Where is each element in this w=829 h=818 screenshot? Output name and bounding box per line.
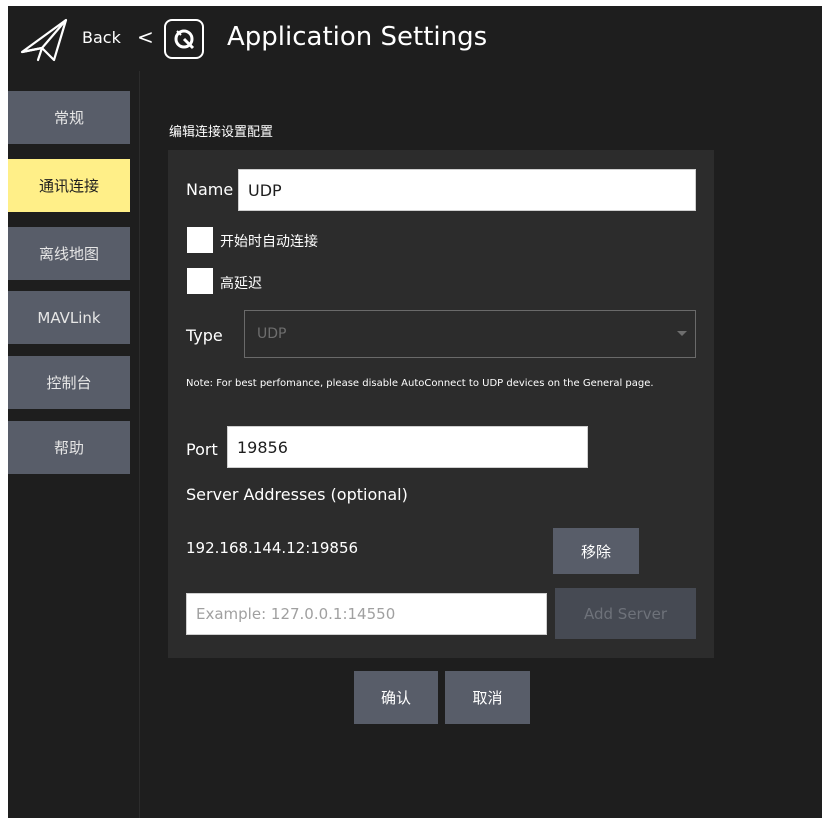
link-settings-panel <box>168 150 714 658</box>
cancel-button[interactable]: 取消 <box>445 671 530 724</box>
page-title: Application Settings <box>227 22 488 52</box>
sidebar-divider <box>139 71 140 818</box>
type-select-value: UDP <box>257 326 287 342</box>
qgc-logo-icon <box>164 19 204 59</box>
sidebar-item-help[interactable]: 帮助 <box>8 421 130 474</box>
port-field[interactable]: 19856 <box>227 426 588 468</box>
auto-connect-label: 开始时自动连接 <box>220 234 318 250</box>
back-button[interactable]: Back <box>82 28 121 47</box>
name-label: Name <box>186 180 234 199</box>
paper-plane-icon[interactable] <box>18 14 70 66</box>
add-server-button[interactable]: Add Server <box>555 588 696 639</box>
chevron-left-icon: < <box>137 25 154 49</box>
sidebar-item-offline-maps[interactable]: 离线地图 <box>8 227 130 280</box>
section-title: 编辑连接设置配置 <box>169 125 274 140</box>
sidebar-item-comm-links[interactable]: 通讯连接 <box>8 159 130 212</box>
sidebar-item-mavlink[interactable]: MAVLink <box>8 291 130 344</box>
name-field[interactable]: UDP <box>238 169 696 211</box>
server-addresses-label: Server Addresses (optional) <box>186 485 408 504</box>
sidebar-item-general[interactable]: 常规 <box>8 91 130 144</box>
new-server-input[interactable]: Example: 127.0.0.1:14550 <box>186 593 547 635</box>
app-window: Back < Application Settings 常规 通讯连接 离线地图… <box>8 6 822 818</box>
server-address: 192.168.144.12:19856 <box>186 539 359 557</box>
auto-connect-checkbox[interactable] <box>187 227 213 253</box>
sidebar-item-console[interactable]: 控制台 <box>8 356 130 409</box>
type-label: Type <box>186 326 223 345</box>
chevron-down-icon <box>677 331 687 336</box>
type-select[interactable]: UDP <box>244 310 696 358</box>
udp-note: Note: For best perfomance, please disabl… <box>186 378 654 389</box>
high-latency-label: 高延迟 <box>220 276 262 292</box>
ok-button[interactable]: 确认 <box>354 671 438 724</box>
high-latency-checkbox[interactable] <box>187 268 213 294</box>
port-label: Port <box>186 440 218 459</box>
remove-server-button[interactable]: 移除 <box>553 528 639 574</box>
header-bar: Back < Application Settings <box>8 6 822 71</box>
